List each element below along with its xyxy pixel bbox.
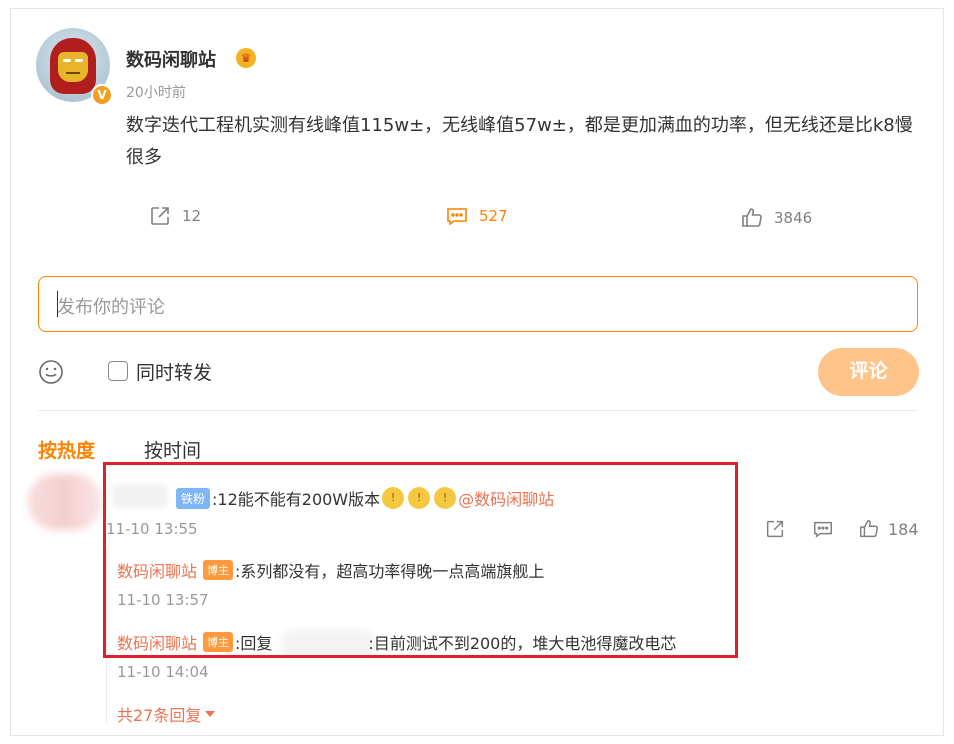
share-icon bbox=[151, 207, 169, 225]
v-verified-icon: V bbox=[91, 84, 113, 106]
comment-placeholder: 发布你的评论 bbox=[57, 297, 165, 318]
submit-comment-button[interactable]: 评论 bbox=[818, 348, 919, 396]
thumbs-up-icon bbox=[860, 520, 878, 538]
tab-sort-time[interactable]: 按时间 bbox=[144, 436, 201, 463]
repost-label[interactable]: 同时转发 bbox=[136, 358, 212, 385]
repost-checkbox[interactable] bbox=[108, 361, 128, 381]
author-name[interactable]: 数码闲聊站 bbox=[126, 46, 216, 72]
comment-icon bbox=[814, 521, 832, 538]
crown-emoji-icon: ♛ bbox=[236, 48, 256, 68]
comment-share-button[interactable] bbox=[764, 518, 786, 540]
comment-button[interactable]: 527 bbox=[445, 204, 508, 228]
comment-like-count: 184 bbox=[888, 519, 919, 539]
comment-like-button[interactable]: 184 bbox=[858, 518, 919, 540]
share-button[interactable]: 12 bbox=[148, 204, 201, 228]
chevron-down-icon bbox=[205, 711, 216, 717]
more-replies-label: 共27条回复 bbox=[117, 706, 202, 725]
smile-icon[interactable] bbox=[38, 359, 64, 385]
share-count: 12 bbox=[182, 207, 202, 225]
thumbs-up-icon bbox=[742, 208, 762, 227]
post-text: 数字迭代工程机实测有线峰值115w±，无线峰值57w±，都是更加满血的功率，但无… bbox=[126, 115, 913, 168]
like-count: 3846 bbox=[774, 209, 813, 227]
share-icon bbox=[766, 520, 784, 538]
divider bbox=[38, 410, 918, 411]
comment-reply-button[interactable] bbox=[812, 518, 834, 540]
comment-count: 527 bbox=[479, 207, 508, 225]
tab-sort-hot[interactable]: 按热度 bbox=[38, 436, 95, 463]
reply-time: 11-10 14:04 bbox=[117, 663, 209, 681]
comment-input[interactable]: 发布你的评论 bbox=[38, 276, 918, 332]
more-replies-link[interactable]: 共27条回复 bbox=[117, 702, 216, 726]
post-time[interactable]: 20小时前 bbox=[126, 82, 186, 102]
commenter-avatar-blurred[interactable] bbox=[28, 474, 102, 530]
highlight-box bbox=[103, 462, 738, 658]
text-caret bbox=[57, 291, 58, 317]
like-button[interactable]: 3846 bbox=[740, 206, 812, 230]
comment-icon bbox=[447, 208, 467, 226]
